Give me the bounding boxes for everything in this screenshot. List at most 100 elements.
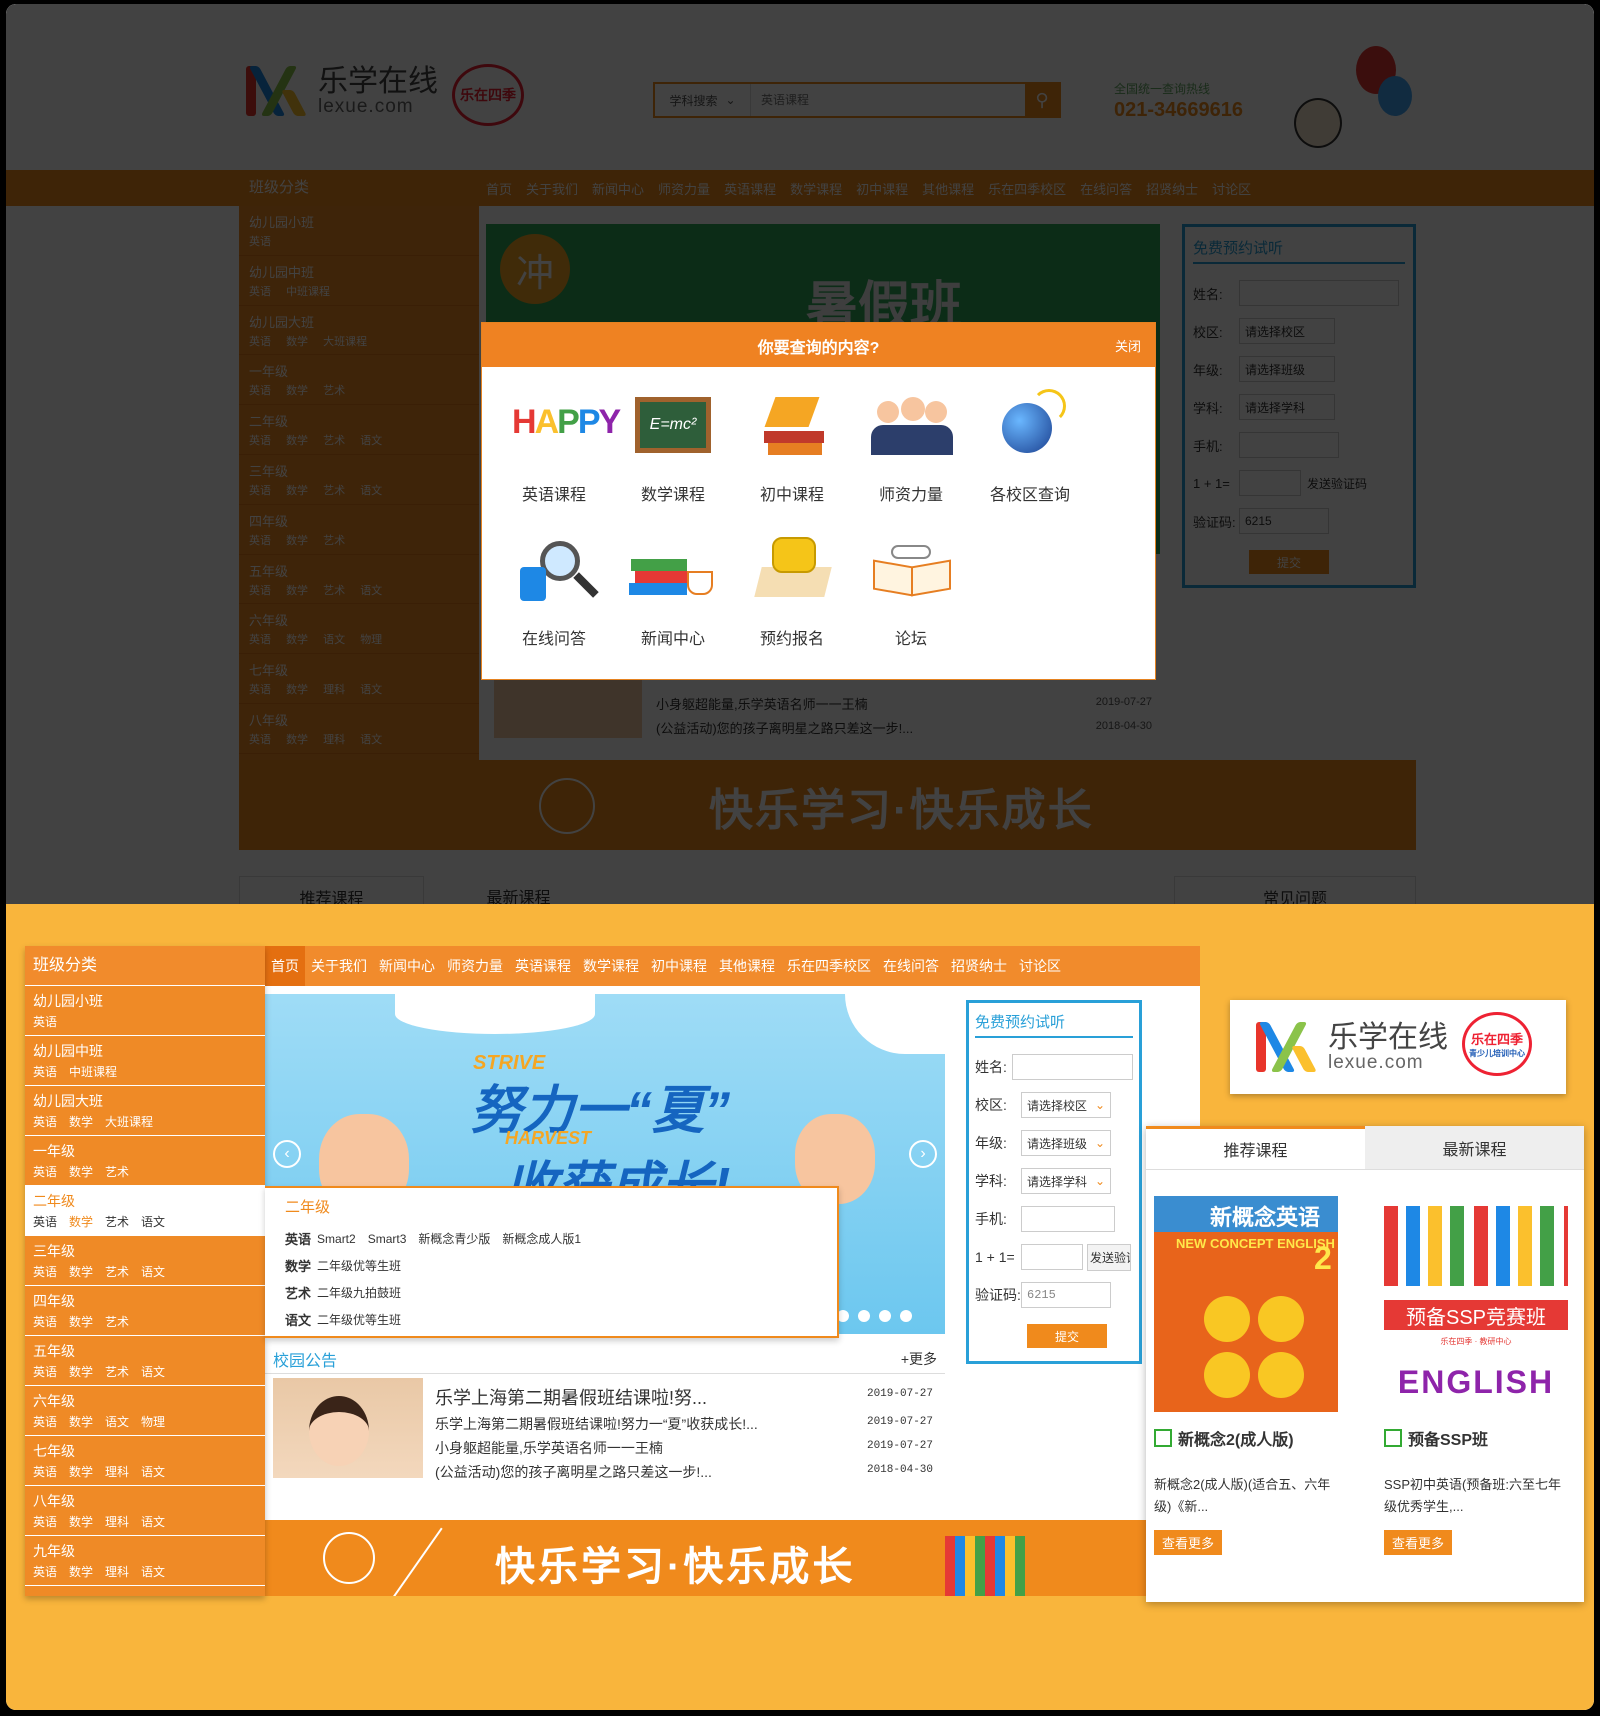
category-item[interactable]: 三年级 英语 数学 艺术 语文 [25, 1236, 265, 1286]
category-item[interactable]: 四年级 英语 数学 艺术 [25, 1286, 265, 1336]
subject-link[interactable]: 英语 [249, 236, 271, 248]
subject-link[interactable]: 数学 [286, 634, 308, 646]
name-field[interactable] [1012, 1054, 1133, 1080]
subject-link[interactable]: 艺术 [323, 435, 345, 447]
subject-link[interactable]: 英语 [33, 1315, 57, 1329]
category-item[interactable]: 八年级 英语 数学 理科 语文 [25, 1486, 265, 1536]
news-item[interactable]: (公益活动)您的孩子离明星之路只差这一步!... [656, 718, 913, 737]
slide-dot[interactable] [900, 1310, 912, 1322]
subject-link[interactable]: 语文 [141, 1515, 165, 1529]
subject-link[interactable]: 艺术 [323, 385, 345, 397]
site-logo[interactable]: 乐学在线 lexue.com [244, 64, 438, 118]
nav-item[interactable]: 招贤纳士 [945, 956, 1013, 976]
slide-next-button[interactable]: › [909, 1140, 937, 1168]
submit-button[interactable]: 提交 [1249, 550, 1329, 574]
subject-link[interactable]: 语文 [141, 1465, 165, 1479]
category-item[interactable]: 七年级 英语 数学 理科 语文 [239, 654, 479, 704]
tab-recommended[interactable]: 推荐课程 [1146, 1126, 1365, 1169]
course-card[interactable]: 新概念英语 NEW CONCEPT ENGLISH 2 新概念2(成人版) 新概… [1154, 1196, 1338, 1555]
modal-item[interactable]: 预约报名 [732, 527, 852, 648]
modal-item[interactable]: 论坛 [851, 527, 971, 648]
tab-faq[interactable]: 常见问题 [1174, 876, 1416, 904]
modal-item[interactable]: 初中课程 [732, 383, 852, 504]
subject-link[interactable]: 英语 [249, 734, 271, 746]
subject-link[interactable]: 物理 [141, 1415, 165, 1429]
category-item[interactable]: 幼儿园大班 英语 数学 大班课程 [239, 306, 479, 356]
course-card[interactable]: 预备SSP竞赛班 乐在四季 · 教研中心 ENGLISH 预备SSP班 SSP初… [1384, 1196, 1568, 1555]
news-item[interactable]: 小身躯超能量,乐学英语名师一一王楠 [656, 694, 868, 713]
subject-link[interactable]: 数学 [69, 1215, 93, 1229]
subject-link[interactable]: 英语 [33, 1065, 57, 1079]
subject-link[interactable]: 艺术 [105, 1265, 129, 1279]
send-code-button[interactable]: 发送验证码 [1087, 1243, 1131, 1271]
subject-link[interactable]: 中班课程 [286, 286, 330, 298]
announcements-more-link[interactable]: +更多 [901, 1349, 937, 1369]
subject-link[interactable]: 物理 [360, 634, 382, 646]
popup-course-link[interactable]: 二年级九拍鼓班 [317, 1284, 401, 1301]
category-item[interactable]: 二年级 英语 数学 艺术 语文 [239, 405, 479, 455]
search-button[interactable]: ⚲ [1025, 84, 1059, 116]
nav-item[interactable]: 招贤纳士 [1146, 179, 1198, 198]
subject-link[interactable]: 英语 [33, 1465, 57, 1479]
slide-dot[interactable] [858, 1310, 870, 1322]
nav-item[interactable]: 数学课程 [577, 956, 645, 976]
subject-link[interactable]: 英语 [249, 385, 271, 397]
send-code-button[interactable]: 发送验证码 [1307, 475, 1367, 492]
subject-link[interactable]: 数学 [69, 1415, 93, 1429]
category-item[interactable]: 六年级 英语 数学 语文 物理 [25, 1386, 265, 1436]
subject-link[interactable]: 英语 [33, 1265, 57, 1279]
subject-link[interactable]: 英语 [33, 1115, 57, 1129]
subject-link[interactable]: 理科 [323, 684, 345, 696]
subject-link[interactable]: 理科 [105, 1565, 129, 1579]
view-more-button[interactable]: 查看更多 [1384, 1530, 1453, 1555]
nav-item[interactable]: 新闻中心 [373, 956, 441, 976]
nav-item[interactable]: 在线问答 [877, 956, 945, 976]
view-more-button[interactable]: 查看更多 [1154, 1530, 1223, 1555]
submit-button[interactable]: 提交 [1027, 1324, 1107, 1348]
subject-link[interactable]: 艺术 [323, 585, 345, 597]
subject-link[interactable]: 英语 [249, 634, 271, 646]
subject-link[interactable]: 语文 [105, 1415, 129, 1429]
nav-item[interactable]: 首页 [486, 179, 512, 198]
nav-item[interactable]: 初中课程 [645, 956, 713, 976]
tab-recommended[interactable]: 推荐课程 [239, 876, 424, 904]
category-item[interactable]: 七年级 英语 数学 理科 语文 [25, 1436, 265, 1486]
campus-select[interactable]: 请选择校区 [1239, 318, 1335, 344]
subject-link[interactable]: 语文 [360, 435, 382, 447]
subject-link[interactable]: 数学 [69, 1115, 93, 1129]
subject-link[interactable]: 英语 [33, 1215, 57, 1229]
category-item[interactable]: 幼儿园大班 英语 数学 大班课程 [25, 1086, 265, 1136]
subject-select[interactable]: 请选择学科 [1239, 394, 1335, 420]
category-item[interactable]: 幼儿园中班 英语 中班课程 [239, 256, 479, 306]
nav-item[interactable]: 讨论区 [1212, 179, 1251, 198]
subject-link[interactable]: 大班课程 [105, 1115, 153, 1129]
subject-link[interactable]: 数学 [286, 535, 308, 547]
nav-item[interactable]: 其他课程 [922, 179, 974, 198]
subject-link[interactable]: 理科 [105, 1465, 129, 1479]
category-item[interactable]: 五年级 英语 数学 艺术 语文 [25, 1336, 265, 1386]
popup-course-link[interactable]: Smart2 [317, 1232, 356, 1246]
announcement-item[interactable]: 小身躯超能量,乐学英语名师一一王楠 [435, 1438, 663, 1458]
code-field[interactable]: 6215 [1239, 508, 1329, 534]
nav-item[interactable]: 英语课程 [509, 956, 577, 976]
nav-item[interactable]: 其他课程 [713, 956, 781, 976]
popup-course-link[interactable]: 二年级优等生班 [317, 1257, 401, 1274]
nav-item[interactable]: 英语课程 [724, 179, 776, 198]
code-field[interactable]: 6215 [1021, 1282, 1111, 1308]
announcement-item[interactable]: (公益活动)您的孩子离明星之路只差这一步!... [435, 1462, 712, 1482]
subject-link[interactable]: 英语 [249, 684, 271, 696]
subject-link[interactable]: 理科 [323, 734, 345, 746]
nav-item[interactable]: 首页 [265, 946, 305, 986]
subject-link[interactable]: 数学 [286, 734, 308, 746]
category-item[interactable]: 六年级 英语 数学 语文 物理 [239, 604, 479, 655]
subject-link[interactable]: 艺术 [323, 535, 345, 547]
subject-link[interactable]: 英语 [249, 535, 271, 547]
category-item[interactable]: 一年级 英语 数学 艺术 [25, 1136, 265, 1186]
category-item[interactable]: 一年级 英语 数学 艺术 [239, 355, 479, 406]
subject-link[interactable]: 英语 [249, 585, 271, 597]
subject-link[interactable]: 语文 [360, 734, 382, 746]
subject-link[interactable]: 艺术 [323, 485, 345, 497]
search-category-select[interactable]: 学科搜索 ⌄ [655, 84, 751, 116]
modal-item[interactable]: 在线问答 [494, 527, 614, 648]
nav-item[interactable]: 新闻中心 [592, 179, 644, 198]
